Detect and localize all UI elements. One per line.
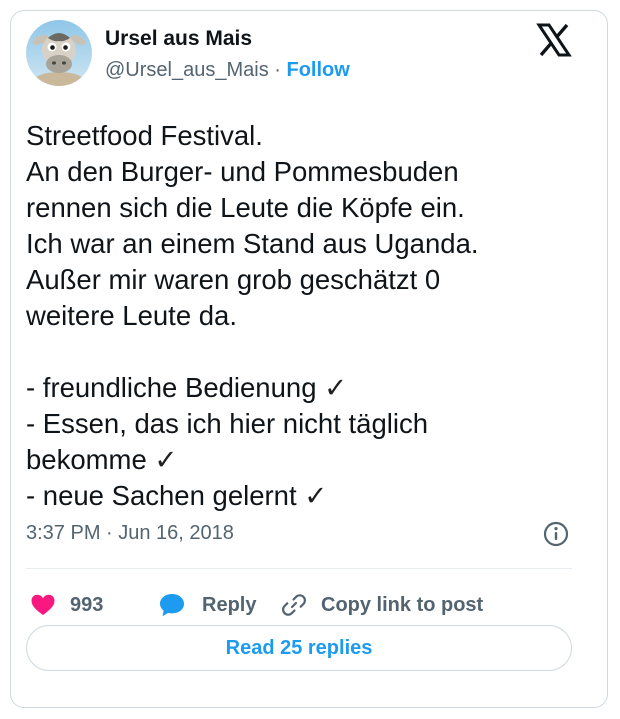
read-replies-button[interactable]: Read 25 replies	[26, 625, 572, 671]
reply-bubble-icon	[158, 592, 186, 618]
heart-icon	[30, 593, 56, 617]
like-count: 993	[70, 593, 104, 616]
checkmark-icon: ✓	[154, 444, 178, 475]
tweet-line: - neue Sachen gelernt ✓	[26, 478, 586, 514]
tweet-line: Außer mir waren grob geschätzt 0	[26, 264, 441, 295]
divider	[26, 568, 572, 569]
tweet-timestamp[interactable]: 3:37 PM · Jun 16, 2018	[26, 522, 234, 545]
tweet-line: Ich war an einem Stand aus Uganda.	[26, 228, 479, 259]
tweet-line: - freundliche Bedienung ✓	[26, 370, 586, 406]
tweet-line-text: bekomme	[26, 444, 155, 475]
tweet-line: weitere Leute da.	[26, 300, 237, 331]
reply-label: Reply	[202, 593, 257, 616]
x-logo-icon[interactable]	[536, 22, 572, 58]
copy-link-button[interactable]: Copy link to post	[281, 590, 483, 620]
like-button[interactable]: 993	[30, 590, 103, 620]
link-icon	[281, 592, 307, 618]
tweet-line: An den Burger- und Pommesbuden	[26, 156, 459, 187]
copy-link-label: Copy link to post	[321, 593, 484, 616]
tweet-text: Streetfood Festival. An den Burger- und …	[26, 118, 586, 514]
checkmark-icon: ✓	[324, 372, 348, 403]
follow-button[interactable]: Follow	[286, 59, 349, 81]
avatar[interactable]	[26, 20, 92, 86]
author-handle[interactable]: @Ursel_aus_Mais	[105, 59, 269, 81]
tweet-line-text: - freundliche Bedienung	[26, 372, 325, 403]
author-handle-row: @Ursel_aus_Mais · Follow	[105, 59, 350, 82]
cow-avatar-icon	[26, 20, 92, 86]
tweet-line: - Essen, das ich hier nicht täglich	[26, 408, 428, 439]
tweet-line: bekomme ✓	[26, 442, 586, 478]
checkmark-icon: ✓	[304, 480, 328, 511]
info-icon[interactable]	[543, 521, 569, 547]
tweet-line: rennen sich die Leute die Köpfe ein.	[26, 192, 465, 223]
tweet-line-text: - neue Sachen gelernt	[26, 480, 305, 511]
reply-button[interactable]: Reply	[158, 590, 256, 620]
author-display-name[interactable]: Ursel aus Mais	[105, 27, 252, 51]
handle-separator: ·	[268, 59, 287, 81]
tweet-line: Streetfood Festival.	[26, 120, 263, 151]
